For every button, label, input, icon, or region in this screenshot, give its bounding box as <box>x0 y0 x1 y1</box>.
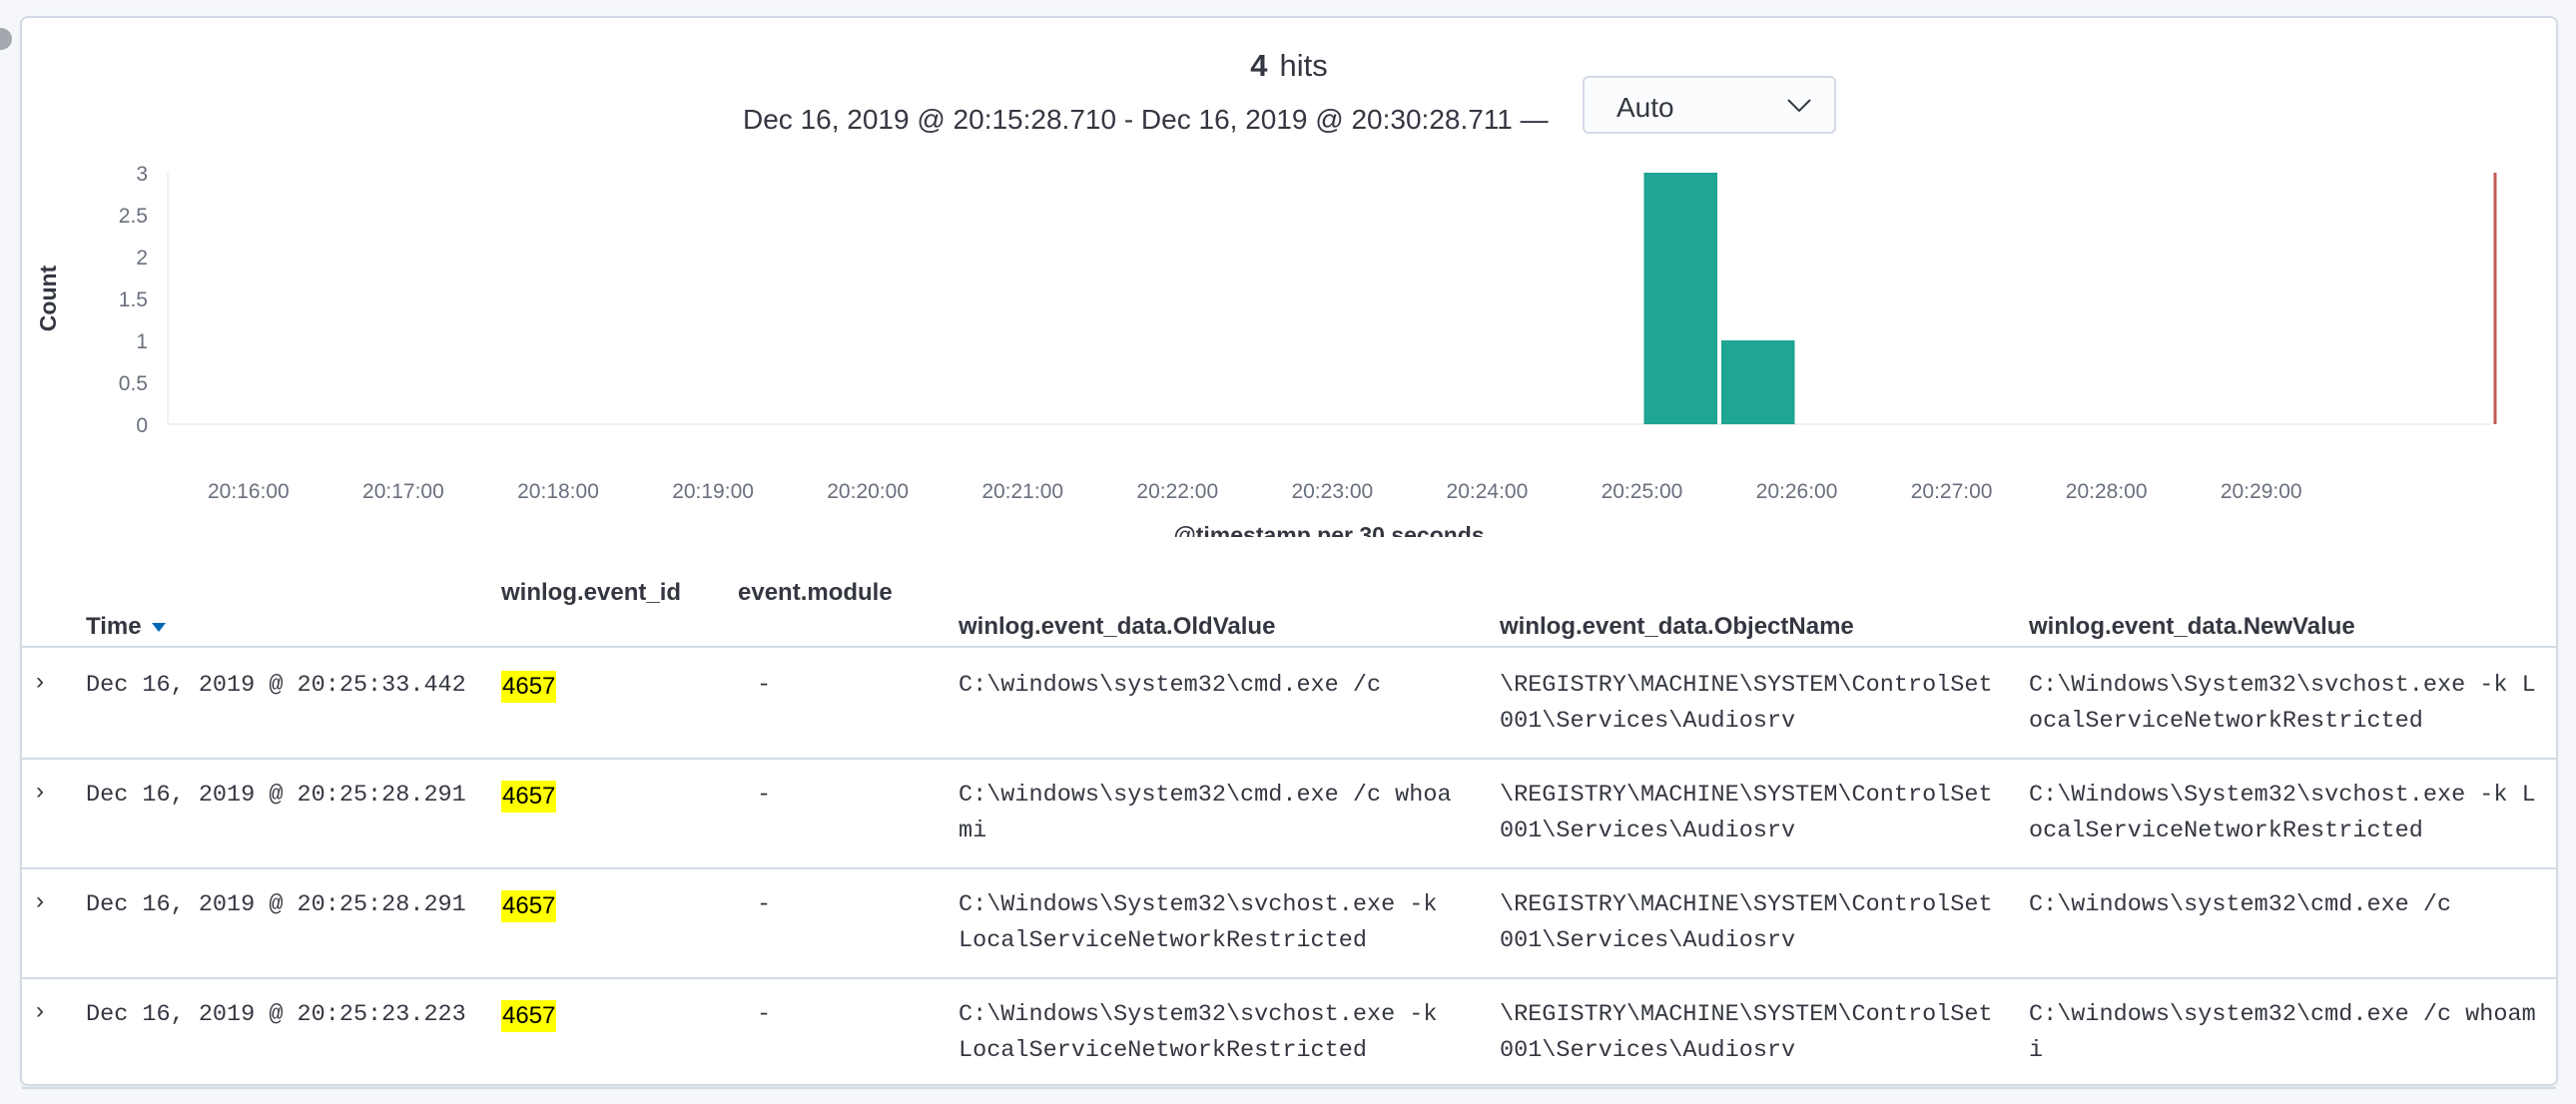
cell-new-value: C:\windows\system32\cmd.exe /c whoami <box>2029 1001 2536 1064</box>
cell-new-value: C:\Windows\System32\svchost.exe -k Local… <box>2029 672 2536 735</box>
y-tick-label: 0 <box>136 414 148 437</box>
y-tick-label: 0.5 <box>119 372 148 395</box>
x-tick-label: 20:24:00 <box>1447 480 1529 503</box>
discover-panel: 4 hits Dec 16, 2019 @ 20:15:28.710 - Dec … <box>20 16 2558 1089</box>
histogram-bar <box>1720 340 1795 424</box>
column-header-event-id[interactable]: winlog.event_id <box>501 579 681 607</box>
table-row: › Dec 16, 2019 @ 20:25:23.223 4657 - C:\… <box>22 977 2556 1089</box>
expand-row-chevron-icon[interactable]: › <box>36 997 44 1025</box>
x-tick-label: 20:16:00 <box>208 480 290 503</box>
y-tick-label: 1 <box>136 330 148 353</box>
expand-row-chevron-icon[interactable]: › <box>36 778 44 806</box>
expand-row-chevron-icon[interactable]: › <box>36 668 44 696</box>
histogram-bar <box>1643 173 1717 424</box>
x-tick-label: 20:28:00 <box>2066 480 2148 503</box>
table-row: › Dec 16, 2019 @ 20:25:28.291 4657 - C:\… <box>22 758 2556 869</box>
cell-time: Dec 16, 2019 @ 20:25:28.291 <box>86 782 466 809</box>
y-tick-label: 3 <box>136 163 148 186</box>
y-tick-label: 1.5 <box>119 288 148 311</box>
x-tick-label: 20:20:00 <box>827 480 909 503</box>
x-tick-label: 20:18:00 <box>517 480 599 503</box>
cell-event-module: - <box>757 1001 772 1028</box>
cell-event-module: - <box>757 891 772 918</box>
cell-time: Dec 16, 2019 @ 20:25:23.223 <box>86 1001 466 1028</box>
column-header-event-module[interactable]: event.module <box>738 579 893 607</box>
column-header-time[interactable]: Time <box>86 613 166 641</box>
cell-old-value: C:\windows\system32\cmd.exe /c whoami <box>959 782 1452 844</box>
cell-old-value: C:\Windows\System32\svchost.exe -k Local… <box>959 891 1438 954</box>
x-tick-label: 20:29:00 <box>2221 480 2302 503</box>
x-tick-label: 20:25:00 <box>1602 480 1683 503</box>
cell-new-value: C:\Windows\System32\svchost.exe -k Local… <box>2029 782 2536 844</box>
cell-time: Dec 16, 2019 @ 20:25:28.291 <box>86 891 466 918</box>
cell-event-module: - <box>757 672 772 699</box>
cell-event-module: - <box>757 782 772 809</box>
x-axis-title: @timestamp per 30 seconds <box>1173 522 1484 537</box>
x-tick-label: 20:23:00 <box>1291 480 1373 503</box>
cell-object-name: \REGISTRY\MACHINE\SYSTEM\ControlSet001\S… <box>1500 672 1993 735</box>
table-row: › Dec 16, 2019 @ 20:25:28.291 4657 - C:\… <box>22 867 2556 979</box>
x-tick-label: 20:19:00 <box>672 480 754 503</box>
cell-event-id-highlight: 4657 <box>501 781 557 813</box>
histogram-chart[interactable]: 0 0.5 1 1.5 2 2.5 3 20:16:00 20:17:00 20:18:00 20:… <box>22 18 2556 537</box>
cell-object-name: \REGISTRY\MACHINE\SYSTEM\ControlSet001\S… <box>1500 1001 1993 1064</box>
y-tick-label: 2 <box>136 247 148 270</box>
cell-old-value: C:\Windows\System32\svchost.exe -k Local… <box>959 1001 1438 1064</box>
table-row: › Dec 16, 2019 @ 20:25:33.442 4657 - C:\… <box>22 648 2556 760</box>
column-header-label: Time <box>86 613 142 640</box>
cell-event-id-highlight: 4657 <box>501 671 557 703</box>
column-header-new-value[interactable]: winlog.event_data.NewValue <box>2029 613 2355 641</box>
cell-time: Dec 16, 2019 @ 20:25:33.442 <box>86 672 466 699</box>
sort-descending-icon[interactable] <box>151 623 166 633</box>
x-tick-label: 20:21:00 <box>981 480 1063 503</box>
column-header-old-value[interactable]: winlog.event_data.OldValue <box>959 613 1275 641</box>
cell-object-name: \REGISTRY\MACHINE\SYSTEM\ControlSet001\S… <box>1500 782 1993 844</box>
y-axis-title: Count <box>35 265 61 331</box>
expand-row-chevron-icon[interactable]: › <box>36 887 44 915</box>
cell-old-value: C:\windows\system32\cmd.exe /c <box>959 672 1382 699</box>
cell-event-id-highlight: 4657 <box>501 1000 557 1032</box>
panel-handle-icon <box>0 28 12 50</box>
y-tick-label: 2.5 <box>119 205 148 228</box>
cell-event-id-highlight: 4657 <box>501 890 557 922</box>
column-header-object-name[interactable]: winlog.event_data.ObjectName <box>1500 613 1854 641</box>
cell-object-name: \REGISTRY\MACHINE\SYSTEM\ControlSet001\S… <box>1500 891 1993 954</box>
cell-new-value: C:\windows\system32\cmd.exe /c <box>2029 891 2452 918</box>
x-tick-label: 20:27:00 <box>1911 480 1993 503</box>
x-tick-label: 20:17:00 <box>362 480 444 503</box>
x-tick-label: 20:26:00 <box>1756 480 1838 503</box>
x-tick-label: 20:22:00 <box>1136 480 1218 503</box>
